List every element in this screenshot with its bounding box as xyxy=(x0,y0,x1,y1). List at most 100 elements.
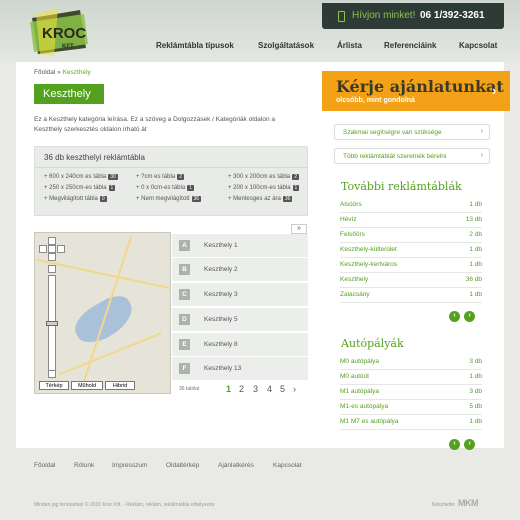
nav-item-referenciaink[interactable]: Referenciáink xyxy=(384,41,436,50)
map-type-map-button[interactable]: Térkép xyxy=(39,381,69,390)
list-item[interactable]: F Keszthely 13 xyxy=(172,357,308,381)
list-item[interactable]: M1-es autópálya 5 db xyxy=(340,400,482,415)
marker-letter: D xyxy=(179,314,190,325)
count-item[interactable]: + Megvilágított tábla 0 xyxy=(44,196,107,202)
highways-heading: Autópályák xyxy=(341,337,404,350)
list-item-name: Keszthely 13 xyxy=(204,365,242,372)
breadcrumb-home[interactable]: Főoldal xyxy=(34,69,55,76)
count-item[interactable]: + 0 x 0cm-es tábla 1 xyxy=(136,185,194,191)
count-badge: 30 xyxy=(108,174,118,180)
list-item-name: Keszthely 2 xyxy=(204,266,238,273)
list-item[interactable]: Zalacsány 1 db xyxy=(340,288,482,303)
map-pan-left[interactable] xyxy=(39,245,47,253)
agency-logo[interactable]: MKM xyxy=(458,498,479,508)
list-item[interactable]: Felsőörs 2 db xyxy=(340,228,482,243)
highways-prev-button[interactable]: ‹ xyxy=(449,439,460,450)
page-link-3[interactable]: 3 xyxy=(253,384,258,394)
list-item[interactable]: M1 autópálya 3 db xyxy=(340,385,482,400)
highways-next-button[interactable]: › xyxy=(464,439,475,450)
list-item[interactable]: M0 autóút 1 db xyxy=(340,370,482,385)
list-item[interactable]: A Keszthely 1 xyxy=(172,234,308,258)
footer-link-imprint[interactable]: Impresszum xyxy=(112,462,147,469)
list-expand-button[interactable]: » xyxy=(291,224,307,234)
list-item[interactable]: M1 M7 es autópálya 1 db xyxy=(340,415,482,430)
list-item[interactable]: D Keszthely 5 xyxy=(172,308,308,332)
map-type-hybrid-button[interactable]: Hibrid xyxy=(105,381,135,390)
cta-subtitle: olcsóbb, mint gondolná xyxy=(336,97,415,104)
multiple-boards-button[interactable]: Több reklámtáblát szeretnék bérelni › xyxy=(334,148,490,164)
logo-subtext: KFT xyxy=(62,44,74,50)
count-item[interactable]: + 600 x 240cm es tábla 30 xyxy=(44,174,118,180)
map-pan-center[interactable] xyxy=(48,245,56,253)
count-badge: 2 xyxy=(177,174,184,180)
map-pan-right[interactable] xyxy=(57,245,65,253)
count-badge: 2 xyxy=(292,174,299,180)
map-zoom-knob[interactable] xyxy=(46,321,58,326)
footer-link-home[interactable]: Főoldal xyxy=(34,462,55,469)
phone-number[interactable]: 06 1/392-3261 xyxy=(420,10,485,21)
list-item[interactable]: E Keszthely 8 xyxy=(172,333,308,357)
list-item[interactable]: B Keszthely 2 xyxy=(172,258,308,282)
marker-letter: E xyxy=(179,339,190,350)
list-item[interactable]: M0 autópálya 3 db xyxy=(340,355,482,370)
count-item[interactable]: + ?cm es tábla 2 xyxy=(136,174,184,180)
list-pager: 36 találat 1 2 3 4 5 › xyxy=(172,383,308,397)
button-label: Szakmai segítségre van szüksége xyxy=(343,129,442,136)
map-type-satellite-button[interactable]: Műhold xyxy=(71,381,103,390)
breadcrumb: Főoldal » Keszthely xyxy=(34,69,91,76)
count-item[interactable]: + 300 x 200cm es tábla 2 xyxy=(228,174,299,180)
list-item[interactable]: Keszthely-kertváros 1 db xyxy=(340,258,482,273)
copyright-text: Minden jog fenntartva! © 2010 Kroc Kft. … xyxy=(34,502,215,508)
more-boards-heading: További reklámtáblák xyxy=(341,180,462,193)
footer-link-contact[interactable]: Kapcsolat xyxy=(273,462,302,469)
marker-letter: F xyxy=(179,363,190,374)
count-title: 36 db keszthelyi reklámtábla xyxy=(44,153,145,162)
count-badge: 36 xyxy=(191,196,202,202)
more-boards-next-button[interactable]: › xyxy=(464,311,475,322)
made-by-label: Készítette: xyxy=(432,502,456,508)
list-item-name: Keszthely 1 xyxy=(204,242,238,249)
nav-item-szolgaltatasok[interactable]: Szolgáltatások xyxy=(258,41,314,50)
page-link-4[interactable]: 4 xyxy=(267,384,272,394)
map-zoom-in[interactable] xyxy=(48,265,56,273)
list-item[interactable]: Keszthely 36 db xyxy=(340,273,482,288)
nav-item-arlista[interactable]: Árlista xyxy=(337,41,362,50)
footer-link-quote[interactable]: Ajánlatkérés xyxy=(218,462,254,469)
footer-link-sitemap[interactable]: Oldaltérkép xyxy=(166,462,199,469)
page-link-5[interactable]: 5 xyxy=(280,384,285,394)
location-map[interactable]: Térkép Műhold Hibrid xyxy=(34,232,171,394)
map-pan-down[interactable] xyxy=(48,253,56,261)
expert-help-button[interactable]: Szakmai segítségre van szüksége › xyxy=(334,124,490,140)
result-count: 36 találat xyxy=(179,386,200,392)
page-link-2[interactable]: 2 xyxy=(239,384,244,394)
chevron-right-icon: › xyxy=(480,128,483,135)
logo-text: KROC xyxy=(42,25,86,42)
nav-item-reklamtabla-tipusok[interactable]: Reklámtábla típusok xyxy=(156,41,234,50)
count-item[interactable]: + 200 x 100cm-es tábla 1 xyxy=(228,185,300,191)
phone-bar: Hívjon minket! 06 1/392-3261 xyxy=(322,3,504,29)
button-label: Több reklámtáblát szeretnék bérelni xyxy=(343,153,447,160)
footer-link-about[interactable]: Rólunk xyxy=(74,462,94,469)
list-item[interactable]: Keszthely-külterület 1 db xyxy=(340,243,482,258)
marker-letter: A xyxy=(179,240,190,251)
list-item[interactable]: Alsóörs 1 db xyxy=(340,198,482,213)
count-item[interactable]: + Mentesges az ára 36 xyxy=(228,196,293,202)
quote-request-banner[interactable]: Kérje ajánlatunkat olcsóbb, mint gondoln… xyxy=(322,71,510,111)
count-badge: 1 xyxy=(292,185,300,191)
count-item[interactable]: + Nem megvilágított 36 xyxy=(136,196,202,202)
list-item[interactable]: C Keszthely 3 xyxy=(172,283,308,307)
nav-item-kapcsolat[interactable]: Kapcsolat xyxy=(459,41,497,50)
count-badge: 0 xyxy=(99,196,107,202)
page-title: Keszthely xyxy=(34,84,104,104)
count-item[interactable]: + 250 x 250cm-es tábla 1 xyxy=(44,185,116,191)
list-item-name: Keszthely 5 xyxy=(204,316,238,323)
page-next-button[interactable]: › xyxy=(293,384,296,394)
list-item-name: Keszthely 8 xyxy=(204,341,238,348)
more-boards-prev-button[interactable]: ‹ xyxy=(449,311,460,322)
page-link-1[interactable]: 1 xyxy=(226,384,231,394)
map-road xyxy=(58,332,162,376)
list-item[interactable]: Hévíz 13 db xyxy=(340,213,482,228)
map-pan-up[interactable] xyxy=(48,237,56,245)
kroc-logo[interactable]: KROC KFT xyxy=(28,8,90,56)
map-zoom-out[interactable] xyxy=(48,370,56,378)
